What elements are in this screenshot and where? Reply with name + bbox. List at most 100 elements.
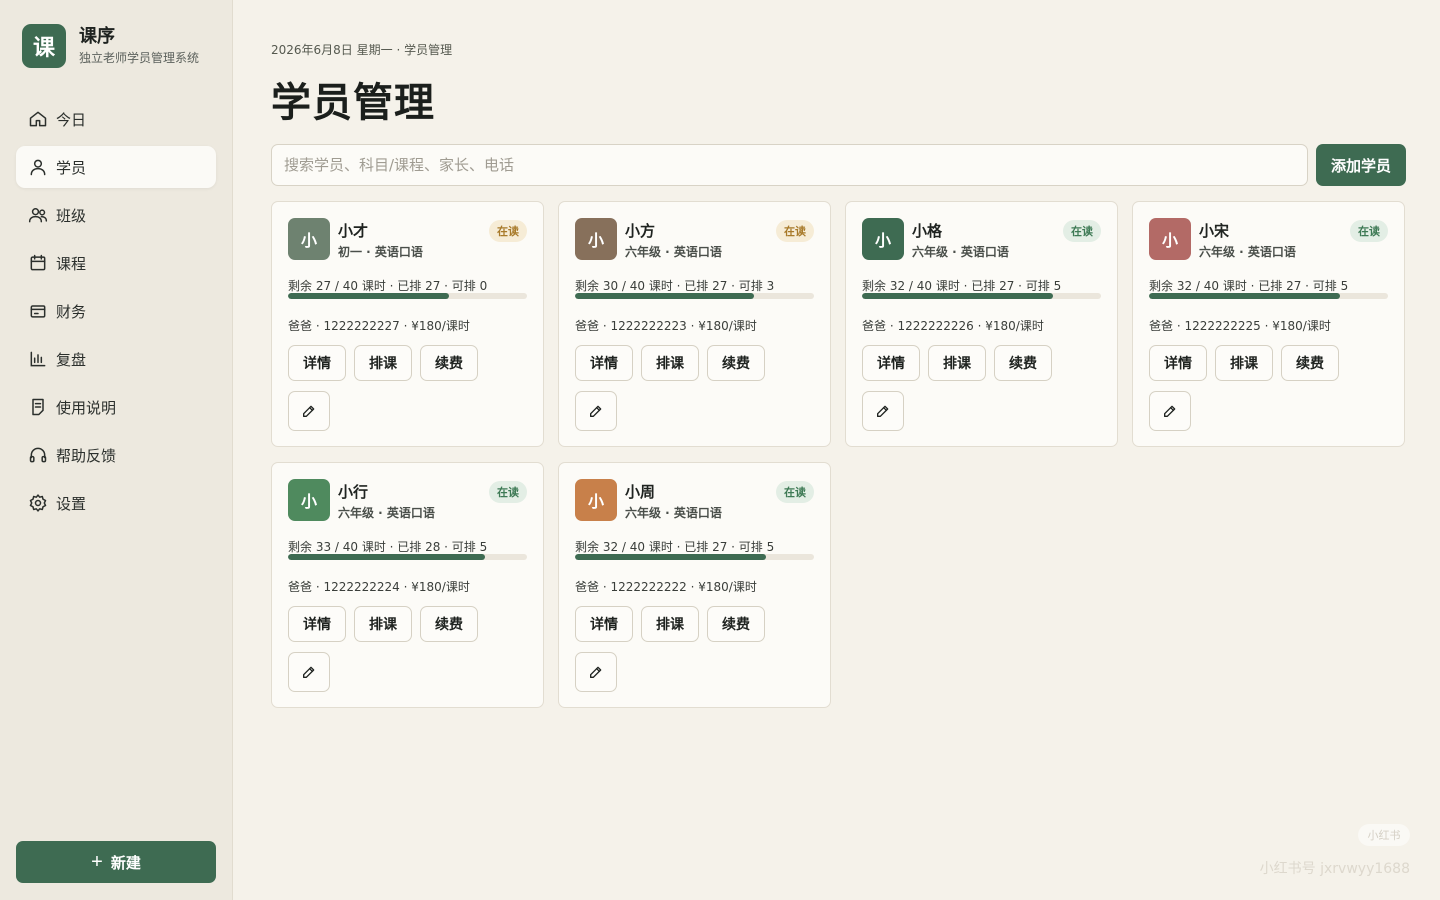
- sidebar-item-label: 班级: [56, 206, 87, 225]
- edit-button[interactable]: [288, 652, 330, 692]
- hours-progress-bar: [575, 554, 814, 560]
- detail-button[interactable]: 详情: [288, 606, 346, 642]
- student-grade: 六年级 · 英语口语: [625, 245, 722, 259]
- sidebar-item-label: 帮助反馈: [56, 446, 117, 465]
- renew-button[interactable]: 续费: [707, 606, 765, 642]
- status-badge: 在读: [776, 481, 814, 503]
- pencil-icon: [1164, 405, 1176, 417]
- edit-button[interactable]: [575, 652, 617, 692]
- schedule-button[interactable]: 排课: [354, 606, 412, 642]
- detail-button[interactable]: 详情: [862, 345, 920, 381]
- student-name: 小宋: [1199, 222, 1230, 240]
- student-name: 小才: [338, 222, 369, 240]
- status-badge: 在读: [489, 220, 527, 242]
- parent-contact: 爸爸 · 1222222222 · ¥180/课时: [575, 580, 757, 594]
- student-grade: 六年级 · 英语口语: [1199, 245, 1296, 259]
- schedule-button[interactable]: 排课: [354, 345, 412, 381]
- renew-button[interactable]: 续费: [1281, 345, 1339, 381]
- edit-button[interactable]: [1149, 391, 1191, 431]
- document-icon: [32, 398, 44, 416]
- users-icon: [28, 208, 48, 223]
- hours-summary: 剩余 33 / 40 课时 · 已排 28 · 可排 5: [288, 540, 488, 554]
- search-input[interactable]: [271, 144, 1308, 186]
- sidebar-item-classes[interactable]: 班级: [16, 194, 216, 236]
- sidebar-item-review[interactable]: 复盘: [16, 338, 216, 380]
- pencil-icon: [590, 405, 602, 417]
- pencil-icon: [590, 666, 602, 678]
- sidebar-item-label: 财务: [56, 302, 87, 321]
- watermark-badge: 小红书: [1358, 824, 1410, 846]
- schedule-button[interactable]: 排课: [1215, 345, 1273, 381]
- student-card: 小小才 初一 · 英语口语 在读 剩余 27 / 40 课时 · 已排 27 · 可排…: [271, 201, 544, 447]
- status-badge: 在读: [489, 481, 527, 503]
- parent-contact: 爸爸 · 1222222225 · ¥180/课时: [1149, 319, 1331, 333]
- card-actions: 详情 排课 续费: [862, 345, 1060, 381]
- student-card: 小小行 六年级 · 英语口语 在读 剩余 33 / 40 课时 · 已排 28 · 可…: [271, 462, 544, 708]
- schedule-button[interactable]: 排课: [928, 345, 986, 381]
- breadcrumb: 2026年6月8日 星期一 · 学员管理: [271, 43, 453, 57]
- sidebar-item-guide[interactable]: 使用说明: [16, 386, 216, 428]
- schedule-button[interactable]: 排课: [641, 345, 699, 381]
- sidebar-item-students[interactable]: 学员: [16, 146, 216, 188]
- sidebar-item-settings[interactable]: 设置: [16, 482, 216, 524]
- brand-subtitle: 独立老师学员管理系统: [79, 51, 200, 65]
- hours-progress-bar: [288, 554, 527, 560]
- hours-summary: 剩余 32 / 40 课时 · 已排 27 · 可排 5: [1149, 279, 1349, 293]
- renew-button[interactable]: 续费: [707, 345, 765, 381]
- parent-contact: 爸爸 · 1222222226 · ¥180/课时: [862, 319, 1044, 333]
- hours-progress-fill: [575, 293, 755, 299]
- pencil-icon: [303, 666, 315, 678]
- parent-contact: 爸爸 · 1222222224 · ¥180/课时: [288, 580, 470, 594]
- hours-summary: 剩余 30 / 40 课时 · 已排 27 · 可排 3: [575, 279, 775, 293]
- sidebar-item-label: 今日: [56, 110, 87, 129]
- sidebar-item-finance[interactable]: 财务: [16, 290, 216, 332]
- sidebar-item-label: 使用说明: [56, 398, 117, 417]
- hours-progress-fill: [288, 293, 450, 299]
- detail-button[interactable]: 详情: [575, 606, 633, 642]
- sidebar-item-today[interactable]: 今日: [16, 98, 216, 140]
- edit-button[interactable]: [288, 391, 330, 431]
- page-title: 学员管理: [271, 80, 435, 126]
- sidebar-item-courses[interactable]: 课程: [16, 242, 216, 284]
- parent-contact: 爸爸 · 1222222223 · ¥180/课时: [575, 319, 757, 333]
- edit-button[interactable]: [862, 391, 904, 431]
- sidebar-item-label: 课程: [56, 254, 87, 273]
- hours-progress-fill: [288, 554, 486, 560]
- new-button[interactable]: + 新建: [16, 841, 216, 883]
- card-actions: 详情 排课 续费: [575, 345, 773, 381]
- user-icon: [30, 159, 46, 176]
- pencil-icon: [877, 405, 889, 417]
- student-name: 小行: [338, 483, 369, 501]
- detail-button[interactable]: 详情: [288, 345, 346, 381]
- watermark: 小红书号 jxrvwyy1688: [1259, 861, 1410, 877]
- plus-icon: +: [91, 851, 103, 873]
- student-grade: 六年级 · 英语口语: [912, 245, 1009, 259]
- renew-button[interactable]: 续费: [420, 606, 478, 642]
- hours-progress-fill: [1149, 293, 1341, 299]
- brand: 课 课序 独立老师学员管理系统: [22, 24, 199, 68]
- student-name: 小周: [625, 483, 656, 501]
- pencil-icon: [303, 405, 315, 417]
- renew-button[interactable]: 续费: [994, 345, 1052, 381]
- card-actions: 详情 排课 续费: [575, 606, 773, 642]
- headphones-icon: [29, 447, 47, 463]
- card-actions: 详情 排课 续费: [1149, 345, 1347, 381]
- edit-button[interactable]: [575, 391, 617, 431]
- renew-button[interactable]: 续费: [420, 345, 478, 381]
- detail-button[interactable]: 详情: [1149, 345, 1207, 381]
- add-student-button[interactable]: 添加学员: [1316, 144, 1406, 186]
- detail-button[interactable]: 详情: [575, 345, 633, 381]
- hours-progress-bar: [288, 293, 527, 299]
- brand-logo: 课: [22, 24, 66, 68]
- card-actions: 详情 排课 续费: [288, 345, 486, 381]
- hours-progress-bar: [575, 293, 814, 299]
- hours-summary: 剩余 32 / 40 课时 · 已排 27 · 可排 5: [575, 540, 775, 554]
- avatar: 小: [1149, 218, 1191, 260]
- avatar: 小: [575, 479, 617, 521]
- student-card: 小小周 六年级 · 英语口语 在读 剩余 32 / 40 课时 · 已排 27 · 可…: [558, 462, 831, 708]
- student-name: 小格: [912, 222, 943, 240]
- schedule-button[interactable]: 排课: [641, 606, 699, 642]
- parent-contact: 爸爸 · 1222222227 · ¥180/课时: [288, 319, 470, 333]
- status-badge: 在读: [1350, 220, 1388, 242]
- sidebar-item-help[interactable]: 帮助反馈: [16, 434, 216, 476]
